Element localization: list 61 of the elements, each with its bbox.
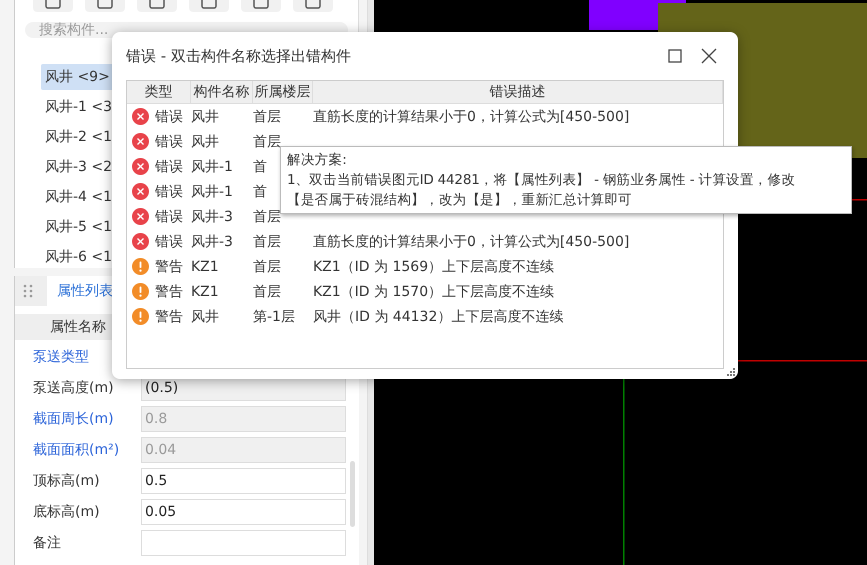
property-value-field[interactable]: 0.5 xyxy=(141,468,346,494)
column-header[interactable]: 错误描述 xyxy=(313,81,723,103)
property-name: 底标高(m) xyxy=(33,503,101,521)
table-cell: 警告 xyxy=(155,282,183,300)
table-cell: 首层 xyxy=(253,208,281,226)
table-cell: 警告 xyxy=(155,308,183,326)
table-cell: 风井（ID 为 44132）上下层高度不连续 xyxy=(313,308,564,326)
table-cell: 首 xyxy=(253,158,267,176)
table-cell: 直筋长度的计算结果小于0，计算公式为[450-500] xyxy=(313,108,630,126)
tooltip-text: 1、双击当前错误图元ID 44281，将【属性列表】 - 钢筋业务属性 - 计算设置，修改 xyxy=(287,171,796,190)
table-cell: 直筋长度的计算结果小于0，计算公式为[450-500] xyxy=(313,232,630,250)
column-header[interactable]: 类型 xyxy=(127,81,191,103)
table-cell: 错误 xyxy=(155,208,183,226)
table-cell: 错误 xyxy=(155,232,183,250)
table-cell[interactable]: 风井-1 xyxy=(191,158,233,176)
table-cell: KZ1（ID 为 1570）上下层高度不连续 xyxy=(313,282,554,300)
table-cell: 首 xyxy=(253,182,267,200)
resize-grip-icon[interactable] xyxy=(726,367,735,376)
table-cell: 错误 xyxy=(155,108,183,126)
component-item[interactable]: 风井-1 <3 xyxy=(41,94,116,120)
table-cell: 错误 xyxy=(155,182,183,200)
dialog-title: 错误 - 双击构件名称选择出错构件 xyxy=(126,46,352,66)
drag-handle-icon[interactable] xyxy=(21,284,35,298)
table-cell[interactable]: 风井 xyxy=(191,108,219,126)
table-cell: 首层 xyxy=(253,132,281,150)
scrollbar[interactable] xyxy=(350,461,355,527)
table-cell: 首层 xyxy=(253,282,281,300)
table-cell[interactable]: KZ1 xyxy=(191,284,219,300)
property-name: 泵送类型 xyxy=(33,348,90,366)
tooltip-text: 解决方案: xyxy=(287,151,348,170)
component-item[interactable]: 风井-6 <1 xyxy=(41,244,116,268)
property-name: 泵送高度(m) xyxy=(33,379,115,397)
table-cell[interactable]: 风井-3 xyxy=(191,232,233,250)
property-name: 顶标高(m) xyxy=(33,472,101,490)
property-name: 备注 xyxy=(33,534,62,552)
table-cell: 首层 xyxy=(253,108,281,126)
component-item[interactable]: 风井-5 <1 xyxy=(41,214,116,240)
component-item[interactable]: 风井-3 <2 xyxy=(41,154,116,180)
component-item[interactable]: 风井 <9> xyxy=(41,64,114,90)
table-cell[interactable]: KZ1 xyxy=(191,258,219,274)
table-cell: KZ1（ID 为 1569）上下层高度不连续 xyxy=(313,258,554,276)
tooltip-text: 【是否属于砖混结构】，改为【是】，重新汇总计算即可 xyxy=(287,191,634,210)
property-value-field[interactable] xyxy=(141,530,346,556)
column-header: 属性名称 xyxy=(49,318,107,336)
table-cell[interactable]: 风井-1 xyxy=(191,182,233,200)
component-item[interactable]: 风井-2 <1 xyxy=(41,124,116,150)
table-cell: 第-1层 xyxy=(253,308,295,326)
property-name: 截面面积(m²) xyxy=(33,441,120,459)
column-header[interactable]: 构件名称 xyxy=(191,81,253,103)
table-cell: 错误 xyxy=(155,158,183,176)
property-name: 截面周长(m) xyxy=(33,410,115,428)
table-cell: 首层 xyxy=(253,258,281,276)
table-cell: 首层 xyxy=(253,232,281,250)
column-header[interactable]: 所属楼层 xyxy=(253,81,313,103)
table-cell[interactable]: 风井 xyxy=(191,132,219,150)
table-cell[interactable]: 风井-3 xyxy=(191,208,233,226)
table-cell: 警告 xyxy=(155,258,183,276)
component-item[interactable]: 风井-4 <1 xyxy=(41,184,116,210)
table-cell: 错误 xyxy=(155,132,183,150)
property-value-field[interactable]: 0.05 xyxy=(141,499,346,525)
table-cell[interactable]: 风井 xyxy=(191,308,219,326)
